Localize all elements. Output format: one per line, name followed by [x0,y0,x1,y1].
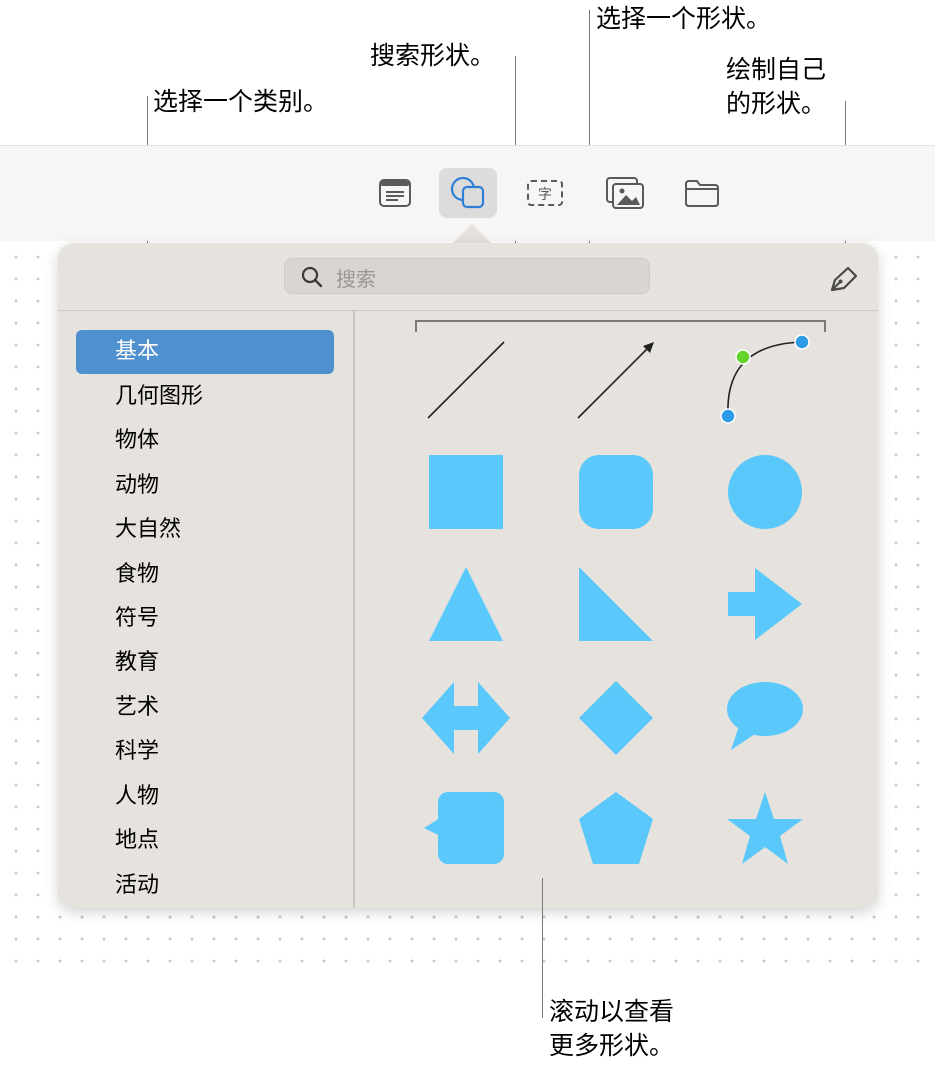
text-box-button[interactable] [366,168,424,218]
callout-draw-own-line2: 的形状。 [726,89,827,118]
search-icon [301,266,323,288]
shapes-icon [450,176,485,209]
folder-button[interactable] [673,168,731,218]
shape-callout-square[interactable] [422,790,506,866]
text-icon: 字 [527,180,563,206]
category-item-animals[interactable]: 动物 [76,464,334,508]
shape-triangle[interactable] [428,566,504,642]
text-box-icon [379,179,411,207]
draw-shape-button[interactable] [826,260,862,296]
shape-diamond[interactable] [578,680,654,756]
category-item-nature[interactable]: 大自然 [76,508,334,552]
callout-scroll-line2: 更多形状。 [549,1031,675,1060]
shape-square[interactable] [428,454,504,530]
shape-curve[interactable] [716,332,816,428]
shape-double-arrow[interactable] [420,680,512,756]
media-icon [606,177,644,209]
panel-divider [58,310,878,311]
category-item-people[interactable]: 人物 [76,775,334,819]
media-button[interactable] [596,168,654,218]
shape-line[interactable] [420,336,512,426]
shape-circle[interactable] [727,454,803,530]
category-item-science[interactable]: 科学 [76,730,334,774]
shapes-button[interactable] [439,168,497,218]
search-field[interactable]: 搜索 [284,258,650,294]
category-item-food[interactable]: 食物 [76,553,334,597]
category-item-places[interactable]: 地点 [76,819,334,863]
callout-select-shape: 选择一个形状。 [596,4,772,33]
callout-draw-own-line1: 绘制自己 [726,55,827,84]
category-item-objects[interactable]: 物体 [76,419,334,463]
category-item-activities[interactable]: 活动 [76,864,334,908]
callout-search-shapes: 搜索形状。 [370,41,496,70]
callout-scroll-line1: 滚动以查看 [549,997,675,1026]
shape-arrow-line[interactable] [570,336,662,426]
folder-icon [685,180,719,207]
category-item-education[interactable]: 教育 [76,641,334,685]
shape-star[interactable] [726,790,804,866]
svg-text:字: 字 [538,187,552,203]
category-item-arts[interactable]: 艺术 [76,686,334,730]
shape-rounded-square[interactable] [578,454,654,530]
shape-pentagon[interactable] [578,790,654,866]
sidebar-divider [353,311,355,908]
leader-scroll [542,878,543,1018]
shape-arrow[interactable] [727,566,803,642]
callout-select-category: 选择一个类别。 [153,87,329,116]
popover-pointer [452,224,492,244]
search-placeholder: 搜索 [336,267,376,291]
pen-icon [830,266,858,292]
shape-right-triangle[interactable] [578,566,654,642]
text-button[interactable]: 字 [516,168,574,218]
category-item-geometry[interactable]: 几何图形 [76,375,334,419]
shape-speech-bubble[interactable] [725,680,805,752]
category-item-symbols[interactable]: 符号 [76,597,334,641]
category-item-basic[interactable]: 基本 [76,330,334,374]
